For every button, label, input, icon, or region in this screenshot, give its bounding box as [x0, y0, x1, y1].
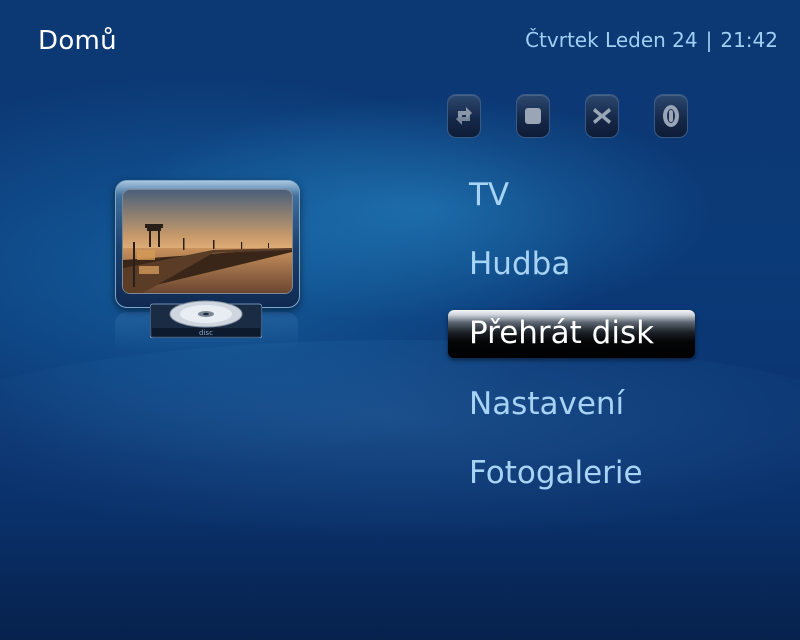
tv-screen: [122, 189, 293, 294]
stop-button[interactable]: [516, 94, 550, 138]
disc-icon: disc: [149, 300, 263, 339]
tv-frame: [115, 180, 300, 308]
menu-item-music[interactable]: Hudba: [448, 241, 708, 287]
date-time-separator: |: [705, 28, 713, 52]
menu-item-photo-gallery[interactable]: Fotogalerie: [448, 450, 708, 496]
pier-sunset-picture: [123, 190, 292, 293]
transport-controls: [447, 94, 688, 138]
main-menu: TV Hudba Přehrát disk Nastavení Fotogale…: [448, 172, 708, 519]
menu-item-tv[interactable]: TV: [448, 172, 708, 218]
eject-button[interactable]: [654, 94, 688, 138]
disc-tray: disc: [149, 300, 263, 339]
menu-item-play-disc[interactable]: Přehrát disk: [448, 310, 695, 358]
date-text: Čtvrtek Leden 24: [525, 28, 698, 52]
repeat-icon: [456, 107, 472, 125]
preview-image: disc: [115, 180, 300, 352]
close-icon: [593, 108, 611, 124]
page-title: Domů: [38, 26, 117, 56]
time-text: 21:42: [720, 28, 778, 52]
repeat-button[interactable]: [447, 94, 481, 138]
datetime: Čtvrtek Leden 24 | 21:42: [525, 28, 778, 52]
stop-icon: [525, 108, 541, 124]
eject-icon: [663, 105, 679, 127]
close-button[interactable]: [585, 94, 619, 138]
background-shade: [0, 520, 800, 640]
menu-item-settings[interactable]: Nastavení: [448, 381, 708, 427]
disc-label: disc: [199, 329, 213, 337]
